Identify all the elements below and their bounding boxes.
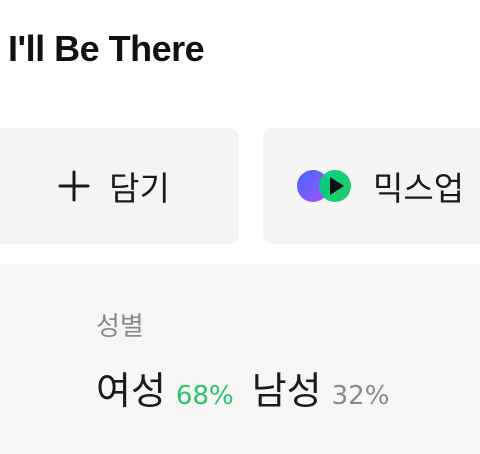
add-to-playlist-button[interactable]: 담기 — [0, 128, 239, 244]
male-percent: 32% — [331, 381, 390, 411]
gender-stats-row: 여성 68% 남성 32% — [96, 360, 407, 415]
mixup-play-icon — [297, 170, 351, 202]
add-button-label: 담기 — [109, 169, 170, 208]
mixup-button[interactable]: 믹스업 — [263, 128, 480, 244]
song-title: I'll Be There — [8, 28, 205, 69]
mixup-button-label: 믹스업 — [373, 169, 465, 208]
gender-stats-label: 성별 — [96, 312, 144, 342]
female-percent: 68% — [175, 381, 234, 411]
female-label: 여성 — [96, 369, 166, 413]
song-detail-page: I'll Be There 담기 믹스업 성별 여성 68% 남성 32% — [0, 0, 480, 454]
plus-icon — [58, 170, 90, 202]
male-label: 남성 — [251, 369, 322, 413]
listener-gender-card: 성별 여성 68% 남성 32% — [0, 264, 480, 454]
